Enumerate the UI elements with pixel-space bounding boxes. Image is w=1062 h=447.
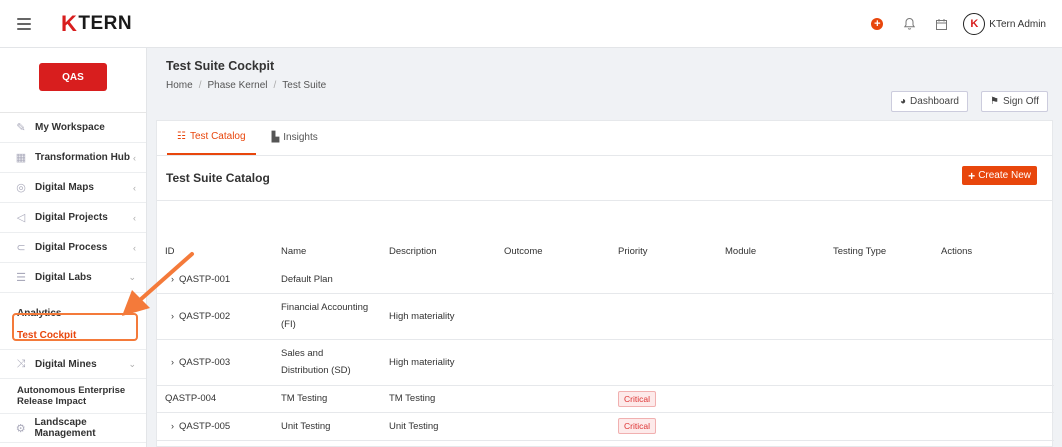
dashboard-icon: ◕	[900, 96, 907, 107]
sidebar-subitem-autonomous-release[interactable]: Autonomous Enterprise Release Impact	[0, 379, 146, 413]
user-name: KTern Admin	[989, 18, 1046, 30]
sidebar-item-digital-projects[interactable]: ◁ Digital Projects ‹	[0, 203, 146, 233]
catalog-title: Test Suite Catalog	[166, 171, 270, 185]
sidebar-item-my-workspace[interactable]: ✎ My Workspace	[0, 113, 146, 143]
tab-test-catalog[interactable]: ☷ Test Catalog	[167, 120, 256, 155]
breadcrumb-phase-kernel[interactable]: Phase Kernel	[207, 80, 267, 91]
breadcrumb: Home / Phase Kernel / Test Suite	[166, 80, 327, 91]
create-new-button[interactable]: + Create New	[962, 166, 1037, 185]
expand-icon[interactable]: ›	[171, 421, 174, 431]
tab-insights[interactable]: ▙ Insights	[262, 120, 328, 155]
sidebar-item-transformation-hub[interactable]: ▦ Transformation Hub ‹	[0, 143, 146, 173]
column-header-priority[interactable]: Priority	[610, 235, 717, 267]
calendar-icon[interactable]	[925, 8, 957, 40]
bell-icon[interactable]	[893, 8, 925, 40]
sign-off-button[interactable]: ⚑ Sign Off	[981, 91, 1048, 112]
table-row[interactable]: › QASTP-002 Financial Accounting (FI) Hig…	[157, 293, 1054, 339]
hamburger-menu-icon[interactable]	[17, 17, 31, 30]
tab-bar: ☷ Test Catalog ▙ Insights	[157, 121, 1052, 156]
table-row[interactable]: › QASTP-003 Sales and Distribution (SD) H…	[157, 339, 1054, 385]
map-icon: ◎	[16, 182, 26, 194]
main-content: Test Suite Cockpit Home / Phase Kernel /…	[147, 48, 1062, 447]
column-header-outcome[interactable]: Outcome	[496, 235, 610, 267]
column-header-module[interactable]: Module	[717, 235, 825, 267]
send-icon: ◁	[16, 212, 26, 224]
add-icon[interactable]: +	[861, 8, 893, 40]
top-bar: K TERN + K KTern Admin	[0, 0, 1062, 48]
table-row[interactable]: › QASTP-005 Unit Testing Unit Testing Cri…	[157, 412, 1054, 440]
test-suite-table: ID Name Description Outcome Priority Mod…	[157, 235, 1054, 441]
sidebar-item-landscape-management[interactable]: ⚙ Landscape Management	[0, 413, 146, 443]
sidebar: QAS ✎ My Workspace ▦ Transformation Hub …	[0, 48, 147, 447]
breadcrumb-home[interactable]: Home	[166, 80, 193, 91]
annotation-arrow-icon	[122, 252, 194, 316]
table-row[interactable]: › QASTP-001 Default Plan	[157, 267, 1054, 293]
catalog-card: ☷ Test Catalog ▙ Insights Test Suite Cat…	[156, 120, 1054, 447]
settings-icon: ⚙	[15, 422, 26, 435]
mines-icon: ⤨	[16, 357, 26, 370]
column-header-description[interactable]: Description	[381, 235, 496, 267]
avatar[interactable]: K	[963, 13, 986, 35]
chevron-left-icon: ‹	[133, 152, 136, 163]
edit-icon: ✎	[16, 122, 26, 134]
chevron-left-icon: ‹	[133, 212, 136, 223]
chevron-left-icon: ‹	[133, 182, 136, 193]
page-title: Test Suite Cockpit	[166, 59, 275, 73]
chart-icon: ▙	[271, 132, 280, 143]
list-icon: ☷	[177, 131, 186, 142]
table-row[interactable]: QASTP-004 TM Testing TM Testing Critical	[157, 385, 1054, 412]
process-icon: ⊂	[16, 242, 26, 254]
dashboard-button[interactable]: ◕ Dashboard	[891, 91, 968, 112]
sidebar-item-digital-mines[interactable]: ⤨ Digital Mines ⌄	[0, 349, 146, 379]
expand-icon[interactable]: ›	[171, 357, 174, 367]
chevron-down-icon: ⌄	[128, 358, 136, 369]
ktern-logo[interactable]: K TERN	[61, 11, 132, 37]
environment-badge[interactable]: QAS	[39, 63, 107, 91]
column-header-testing-type[interactable]: Testing Type	[825, 235, 933, 267]
breadcrumb-test-suite: Test Suite	[282, 80, 327, 91]
list-icon: ☰	[16, 272, 26, 284]
column-header-actions: Actions	[941, 245, 973, 257]
sidebar-item-digital-maps[interactable]: ◎ Digital Maps ‹	[0, 173, 146, 203]
priority-badge: Critical	[618, 390, 656, 407]
plus-icon: +	[968, 168, 976, 183]
flag-icon: ⚑	[990, 96, 999, 107]
priority-badge: Critical	[618, 418, 656, 434]
catalog-header: Test Suite Catalog + Create New	[157, 156, 1052, 201]
column-header-name[interactable]: Name	[273, 235, 381, 267]
user-menu[interactable]: K KTern Admin	[963, 13, 1046, 35]
grid-icon: ▦	[15, 152, 27, 164]
